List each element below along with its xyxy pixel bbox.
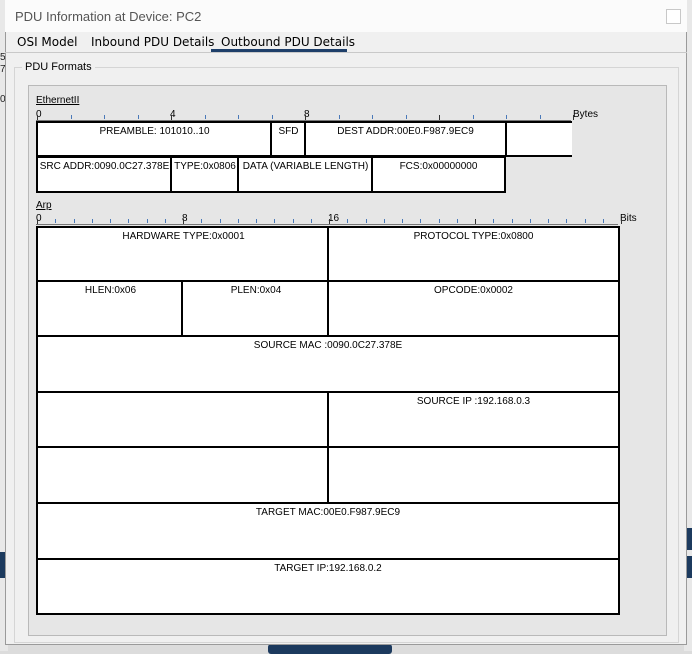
arp-target-mac-field[interactable]: TARGET MAC:00E0.F987.9EC9: [36, 502, 620, 560]
ruler-tick: [274, 219, 276, 223]
close-button[interactable]: [666, 9, 681, 24]
tab-inbound-pdu-details[interactable]: Inbound PDU Details: [91, 35, 214, 49]
eth-src-addr-field[interactable]: SRC ADDR:0090.0C27.378E: [36, 156, 171, 193]
background-button: [268, 644, 392, 654]
arp-target-mac-start: [327, 446, 620, 504]
ruler-tick: [402, 219, 403, 223]
eth-type-field[interactable]: TYPE:0x0806: [170, 156, 238, 193]
eth-sfd-field[interactable]: SFD: [270, 121, 305, 157]
arp-protocol-type-field[interactable]: PROTOCOL TYPE:0x0800: [327, 226, 620, 282]
arp-hlen-field[interactable]: HLEN:0x06: [36, 280, 183, 337]
arp-plen-field[interactable]: PLEN:0x04: [181, 280, 329, 337]
ethernet-section-label: EthernetII: [36, 95, 80, 106]
ruler-tick: [104, 115, 105, 119]
ruler-tick: [456, 219, 458, 223]
ruler-tick: [292, 219, 294, 223]
ruler-tick: [584, 219, 586, 223]
ruler-tick: [310, 219, 312, 223]
tab-osi-model[interactable]: OSI Model: [17, 35, 77, 49]
ruler-tick: [256, 219, 257, 223]
ruler-tick: [372, 115, 373, 119]
ruler-tick: [164, 219, 166, 223]
ruler-tick: [420, 219, 422, 223]
ruler-tick: [511, 219, 513, 223]
ruler-tick: [110, 219, 111, 223]
ruler-tick: [383, 219, 385, 223]
ruler-tick: [55, 219, 57, 223]
ruler-tick: [305, 115, 306, 120]
ruler-tick: [472, 115, 474, 119]
arp-opcode-field[interactable]: OPCODE:0x0002: [327, 280, 620, 337]
ruler-tick: [137, 115, 139, 119]
ruler-tick: [493, 219, 495, 223]
ruler-tick: [621, 219, 622, 224]
ruler-tick: [439, 115, 440, 120]
eth-dest-addr-field[interactable]: DEST ADDR:00E0.F987.9EC9: [304, 121, 507, 157]
ruler-tick: [529, 219, 531, 223]
ruler-tick: [506, 115, 507, 119]
eth-preamble-field[interactable]: PREAMBLE: 101010..10: [36, 121, 271, 157]
ruler-unit: Bits: [620, 213, 637, 224]
window-title: PDU Information at Device: PC2: [15, 9, 202, 24]
ruler-tick: [271, 115, 273, 119]
arp-hardware-type-field[interactable]: HARDWARE TYPE:0x0001: [36, 226, 329, 282]
arp-ruler: [36, 224, 618, 225]
ruler-tick: [405, 115, 407, 119]
tab-separator: [5, 52, 687, 53]
ruler-tick: [219, 219, 221, 223]
ruler-tick: [146, 219, 148, 223]
eth-fcs-field[interactable]: FCS:0x00000000: [371, 156, 506, 193]
ruler-tick: [475, 219, 476, 224]
ruler-tick: [602, 219, 604, 223]
ruler-tick: [128, 219, 130, 223]
tab-outbound-pdu-details[interactable]: Outbound PDU Details: [221, 35, 355, 49]
ruler-tick: [238, 115, 239, 119]
eth-continuation-field: [507, 121, 572, 157]
arp-source-mac-continuation: [36, 391, 329, 448]
ruler-tick: [201, 219, 203, 223]
pdu-formats-legend: PDU Formats: [22, 61, 95, 73]
ruler-tick: [171, 115, 172, 120]
ruler-tick: [573, 115, 574, 120]
arp-section-label: Arp: [36, 200, 52, 211]
ruler-unit: Bytes: [573, 109, 599, 120]
ruler-tick: [548, 219, 549, 223]
ruler-tick: [183, 219, 184, 224]
ruler-tick: [37, 219, 38, 224]
ruler-tick: [338, 115, 340, 119]
arp-source-ip-continuation: [36, 446, 329, 504]
ruler-tick: [70, 115, 72, 119]
arp-source-mac-field[interactable]: SOURCE MAC :0090.0C27.378E: [36, 335, 620, 393]
eth-data-field[interactable]: DATA (VARIABLE LENGTH): [237, 156, 372, 193]
arp-source-ip-field[interactable]: SOURCE IP :192.168.0.3: [327, 391, 620, 448]
ruler-tick: [73, 219, 75, 223]
ruler-tick: [204, 115, 206, 119]
ruler-tick: [91, 219, 93, 223]
ruler-tick: [365, 219, 367, 223]
ruler-tick: [566, 219, 568, 223]
ruler-tick: [438, 219, 440, 223]
ruler-tick: [539, 115, 541, 119]
ruler-tick: [329, 219, 330, 224]
ruler-tick: [237, 219, 239, 223]
arp-target-ip-field[interactable]: TARGET IP:192.168.0.2: [36, 558, 620, 615]
ruler-tick: [37, 115, 38, 120]
ruler-tick: [347, 219, 349, 223]
